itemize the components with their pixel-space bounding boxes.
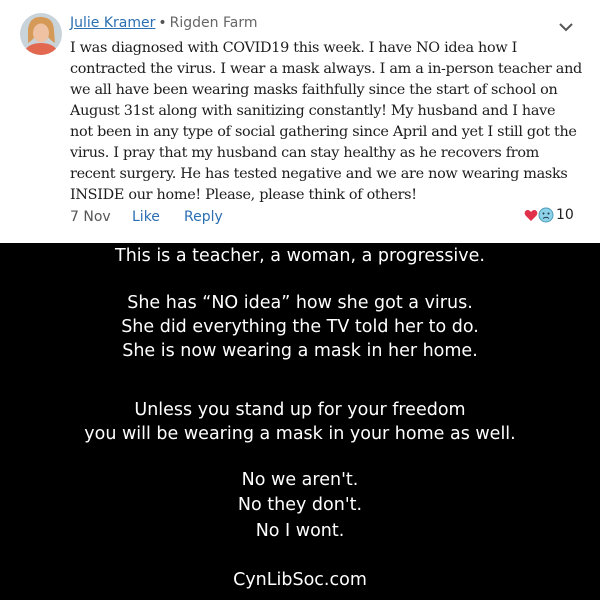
reply-button[interactable]: Reply <box>184 209 223 225</box>
post-header: Julie Kramer • Rigden Farm <box>70 15 257 31</box>
meme-line: No we aren't. <box>241 470 359 490</box>
meme-line: Unless you stand up for your freedom <box>134 400 466 420</box>
post-actions: 7 Nov Like Reply <box>70 209 223 225</box>
neighborhood-label: Rigden Farm <box>169 15 258 31</box>
post-card: Julie Kramer • Rigden Farm I was diagnosed… <box>0 0 600 243</box>
meme-site-credit: CynLibSoc.com <box>233 570 367 590</box>
meme-line: No they don't. <box>237 495 363 515</box>
meme-line: This is a teacher, a woman, a progressiv… <box>115 246 485 266</box>
post-body: I was diagnosed with COVID19 this week. … <box>70 40 582 203</box>
meme-line: She has “NO idea” how she got a virus. <box>127 293 473 313</box>
meme-line: No I wont. <box>255 521 345 541</box>
author-avatar[interactable] <box>20 13 62 55</box>
author-name-link[interactable]: Julie Kramer <box>70 15 155 31</box>
header-separator: • <box>158 15 167 31</box>
reaction-count: 10 <box>556 207 574 223</box>
heart-icon <box>524 207 538 223</box>
meme-line: She is now wearing a mask in her home. <box>122 341 478 361</box>
like-button[interactable]: Like <box>132 209 160 225</box>
meme-line: She did everything the TV told her to do… <box>121 317 479 337</box>
chevron-down-icon[interactable] <box>558 18 574 32</box>
post-date: 7 Nov <box>70 209 111 225</box>
reactions-summary[interactable]: 10 <box>524 207 574 223</box>
meme-caption: This is a teacher, a woman, a progressiv… <box>0 243 600 600</box>
meme-line: you will be wearing a mask in your home … <box>84 424 516 444</box>
sad-face-icon <box>538 207 554 223</box>
